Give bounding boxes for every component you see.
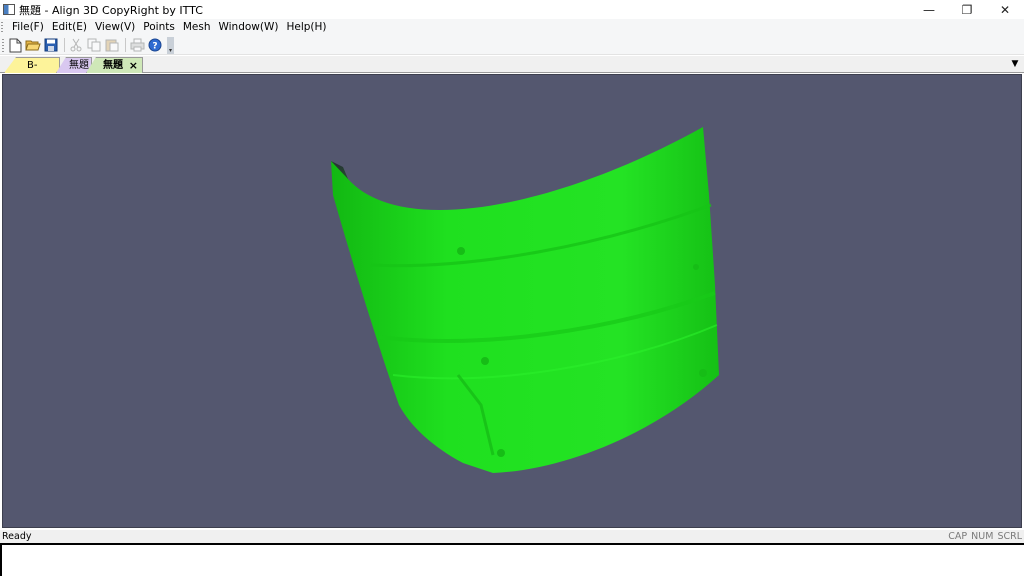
new-file-icon[interactable] xyxy=(7,37,23,53)
window-title: 無題 - Align 3D CopyRight by ITTC xyxy=(19,3,203,17)
caps-lock-indicator: CAP xyxy=(948,531,968,542)
menu-edit[interactable]: Edit(E) xyxy=(48,19,91,36)
restore-button[interactable]: ❐ xyxy=(948,0,986,19)
tab-close-icon[interactable]: × xyxy=(129,58,138,73)
menu-file[interactable]: File(F) xyxy=(8,19,48,36)
toolbar-overflow-button[interactable]: ▾ xyxy=(167,36,174,54)
menu-mesh[interactable]: Mesh xyxy=(179,19,215,36)
save-icon[interactable] xyxy=(43,37,59,53)
close-button[interactable]: ✕ xyxy=(986,0,1024,19)
tab-list-dropdown-icon[interactable]: ▼ xyxy=(1010,58,1020,70)
mesh-bump xyxy=(481,357,489,365)
toolbar-separator xyxy=(64,38,65,52)
mesh-bump xyxy=(699,369,707,377)
cut-icon[interactable] xyxy=(68,37,84,53)
menu-view[interactable]: View(V) xyxy=(91,19,139,36)
toolbar-grip[interactable] xyxy=(2,38,4,52)
key-indicators: CAP NUM SCRL xyxy=(948,530,1022,543)
mesh-surface xyxy=(331,127,719,473)
num-lock-indicator: NUM xyxy=(971,531,994,542)
document-tab-bar: B-1.txt 無題 無題 × ▼ xyxy=(0,56,1024,73)
minimize-button[interactable]: — xyxy=(910,0,948,19)
copy-icon[interactable] xyxy=(86,37,102,53)
mesh-render[interactable] xyxy=(3,75,1023,529)
toolbar: ? ▾ xyxy=(0,36,1024,55)
svg-text:?: ? xyxy=(152,42,157,52)
menubar-grip[interactable] xyxy=(1,21,3,34)
menu-help[interactable]: Help(H) xyxy=(282,19,330,36)
tab-untitled-1[interactable]: 無題 xyxy=(56,57,92,73)
window-controls: — ❐ ✕ xyxy=(910,0,1024,19)
help-icon[interactable]: ? xyxy=(147,37,163,53)
title-bar: 無題 - Align 3D CopyRight by ITTC — ❐ ✕ xyxy=(0,0,1024,19)
print-icon[interactable] xyxy=(129,37,145,53)
paste-icon[interactable] xyxy=(104,37,120,53)
app-icon xyxy=(3,4,15,15)
status-text: Ready xyxy=(2,531,32,542)
mesh-bump xyxy=(457,247,465,255)
3d-viewport[interactable] xyxy=(2,74,1022,528)
mesh-bump xyxy=(497,449,505,457)
output-panel[interactable] xyxy=(0,543,1024,576)
tab-untitled-2-active[interactable]: 無題 × xyxy=(86,57,143,73)
tab-b-1-txt[interactable]: B-1.txt xyxy=(4,57,60,73)
menu-bar: File(F) Edit(E) View(V) Points Mesh Wind… xyxy=(0,19,1024,36)
scroll-lock-indicator: SCRL xyxy=(997,531,1022,542)
open-folder-icon[interactable] xyxy=(25,37,41,53)
tab-label: 無題 xyxy=(69,60,89,71)
toolbar-separator xyxy=(125,38,126,52)
menu-window[interactable]: Window(W) xyxy=(214,19,282,36)
menu-points[interactable]: Points xyxy=(139,19,179,36)
tab-label: 無題 xyxy=(103,60,123,71)
mesh-bump xyxy=(693,264,699,270)
status-bar: Ready CAP NUM SCRL xyxy=(0,530,1024,543)
